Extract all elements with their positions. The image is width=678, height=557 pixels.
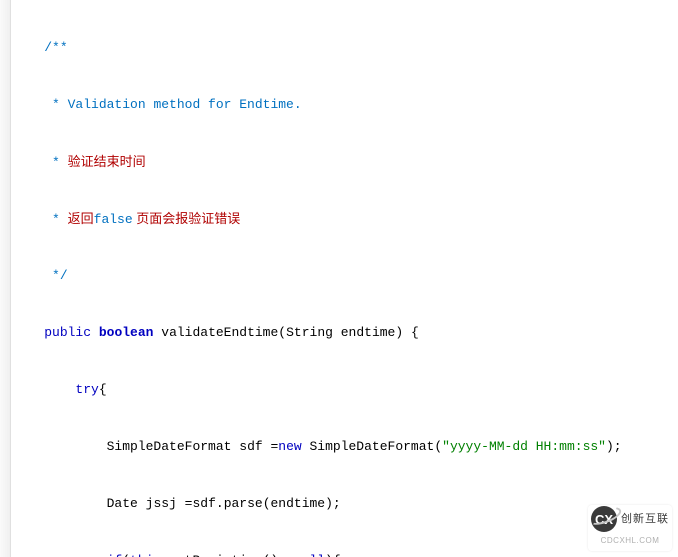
code-editor-viewport: /** * Validation method for Endtime. * 验… — [0, 0, 678, 557]
keyword: this — [130, 553, 161, 557]
javadoc-text: Validation method for Endtime. — [68, 97, 302, 112]
code-line: * 验证结束时间 — [11, 152, 678, 171]
string-literal: "yyyy-MM-dd HH:mm:ss" — [442, 439, 606, 454]
keyword: try — [75, 382, 98, 397]
javadoc-text: false — [94, 212, 133, 227]
brand-mark: CX 创新互联 — [591, 506, 669, 532]
code-line: Date jssj =sdf.parse(endtime); — [11, 494, 678, 513]
keyword: new — [278, 439, 301, 454]
keyword: if — [107, 553, 123, 557]
code-line: SimpleDateFormat sdf =new SimpleDateForm… — [11, 437, 678, 456]
var: jssj — [146, 496, 177, 511]
code-line: public boolean validateEndtime(String en… — [11, 323, 678, 342]
keyword: null — [294, 553, 325, 557]
brand-cn-text: 创新互联 — [621, 510, 669, 529]
cn-text: 返回 — [68, 211, 94, 226]
type: Date — [107, 496, 138, 511]
var: sdf — [239, 439, 262, 454]
method-name: validateEndtime — [161, 325, 278, 340]
code-area: /** * Validation method for Endtime. * 验… — [11, 0, 678, 557]
brand-orb-icon: CX — [591, 506, 617, 532]
code-line: * 返回false 页面会报验证错误 — [11, 209, 678, 228]
code-line: /** — [11, 38, 678, 57]
var: endtime — [271, 496, 326, 511]
code-line: * Validation method for Endtime. — [11, 95, 678, 114]
type: String — [286, 325, 333, 340]
code-line: try{ — [11, 380, 678, 399]
method-call: .parse( — [216, 496, 271, 511]
code-line: if(this.getBegintime()==null){ — [11, 551, 678, 557]
cn-text: 验证结束时间 — [68, 154, 146, 169]
keyword: public — [44, 325, 91, 340]
param: endtime — [341, 325, 396, 340]
javadoc-token: * — [44, 155, 67, 170]
code-line: */ — [11, 266, 678, 285]
javadoc-token: */ — [44, 268, 67, 283]
type: SimpleDateFormat — [310, 439, 435, 454]
brand-watermark: CX 创新互联 CDCXHL.COM — [588, 505, 672, 551]
keyword-boolean: boolean — [99, 325, 154, 340]
javadoc-token: * — [44, 97, 67, 112]
brand-domain-text: CDCXHL.COM — [601, 531, 660, 550]
cn-text: 页面会报验证错误 — [133, 211, 241, 226]
type: SimpleDateFormat — [107, 439, 232, 454]
javadoc-token: * — [44, 212, 67, 227]
gutter-shade — [0, 0, 10, 557]
brand-orb-text: CX — [595, 510, 613, 529]
line-gutter — [0, 0, 11, 557]
method-call: .getBegintime() — [161, 553, 278, 557]
javadoc-token: /** — [44, 40, 67, 55]
